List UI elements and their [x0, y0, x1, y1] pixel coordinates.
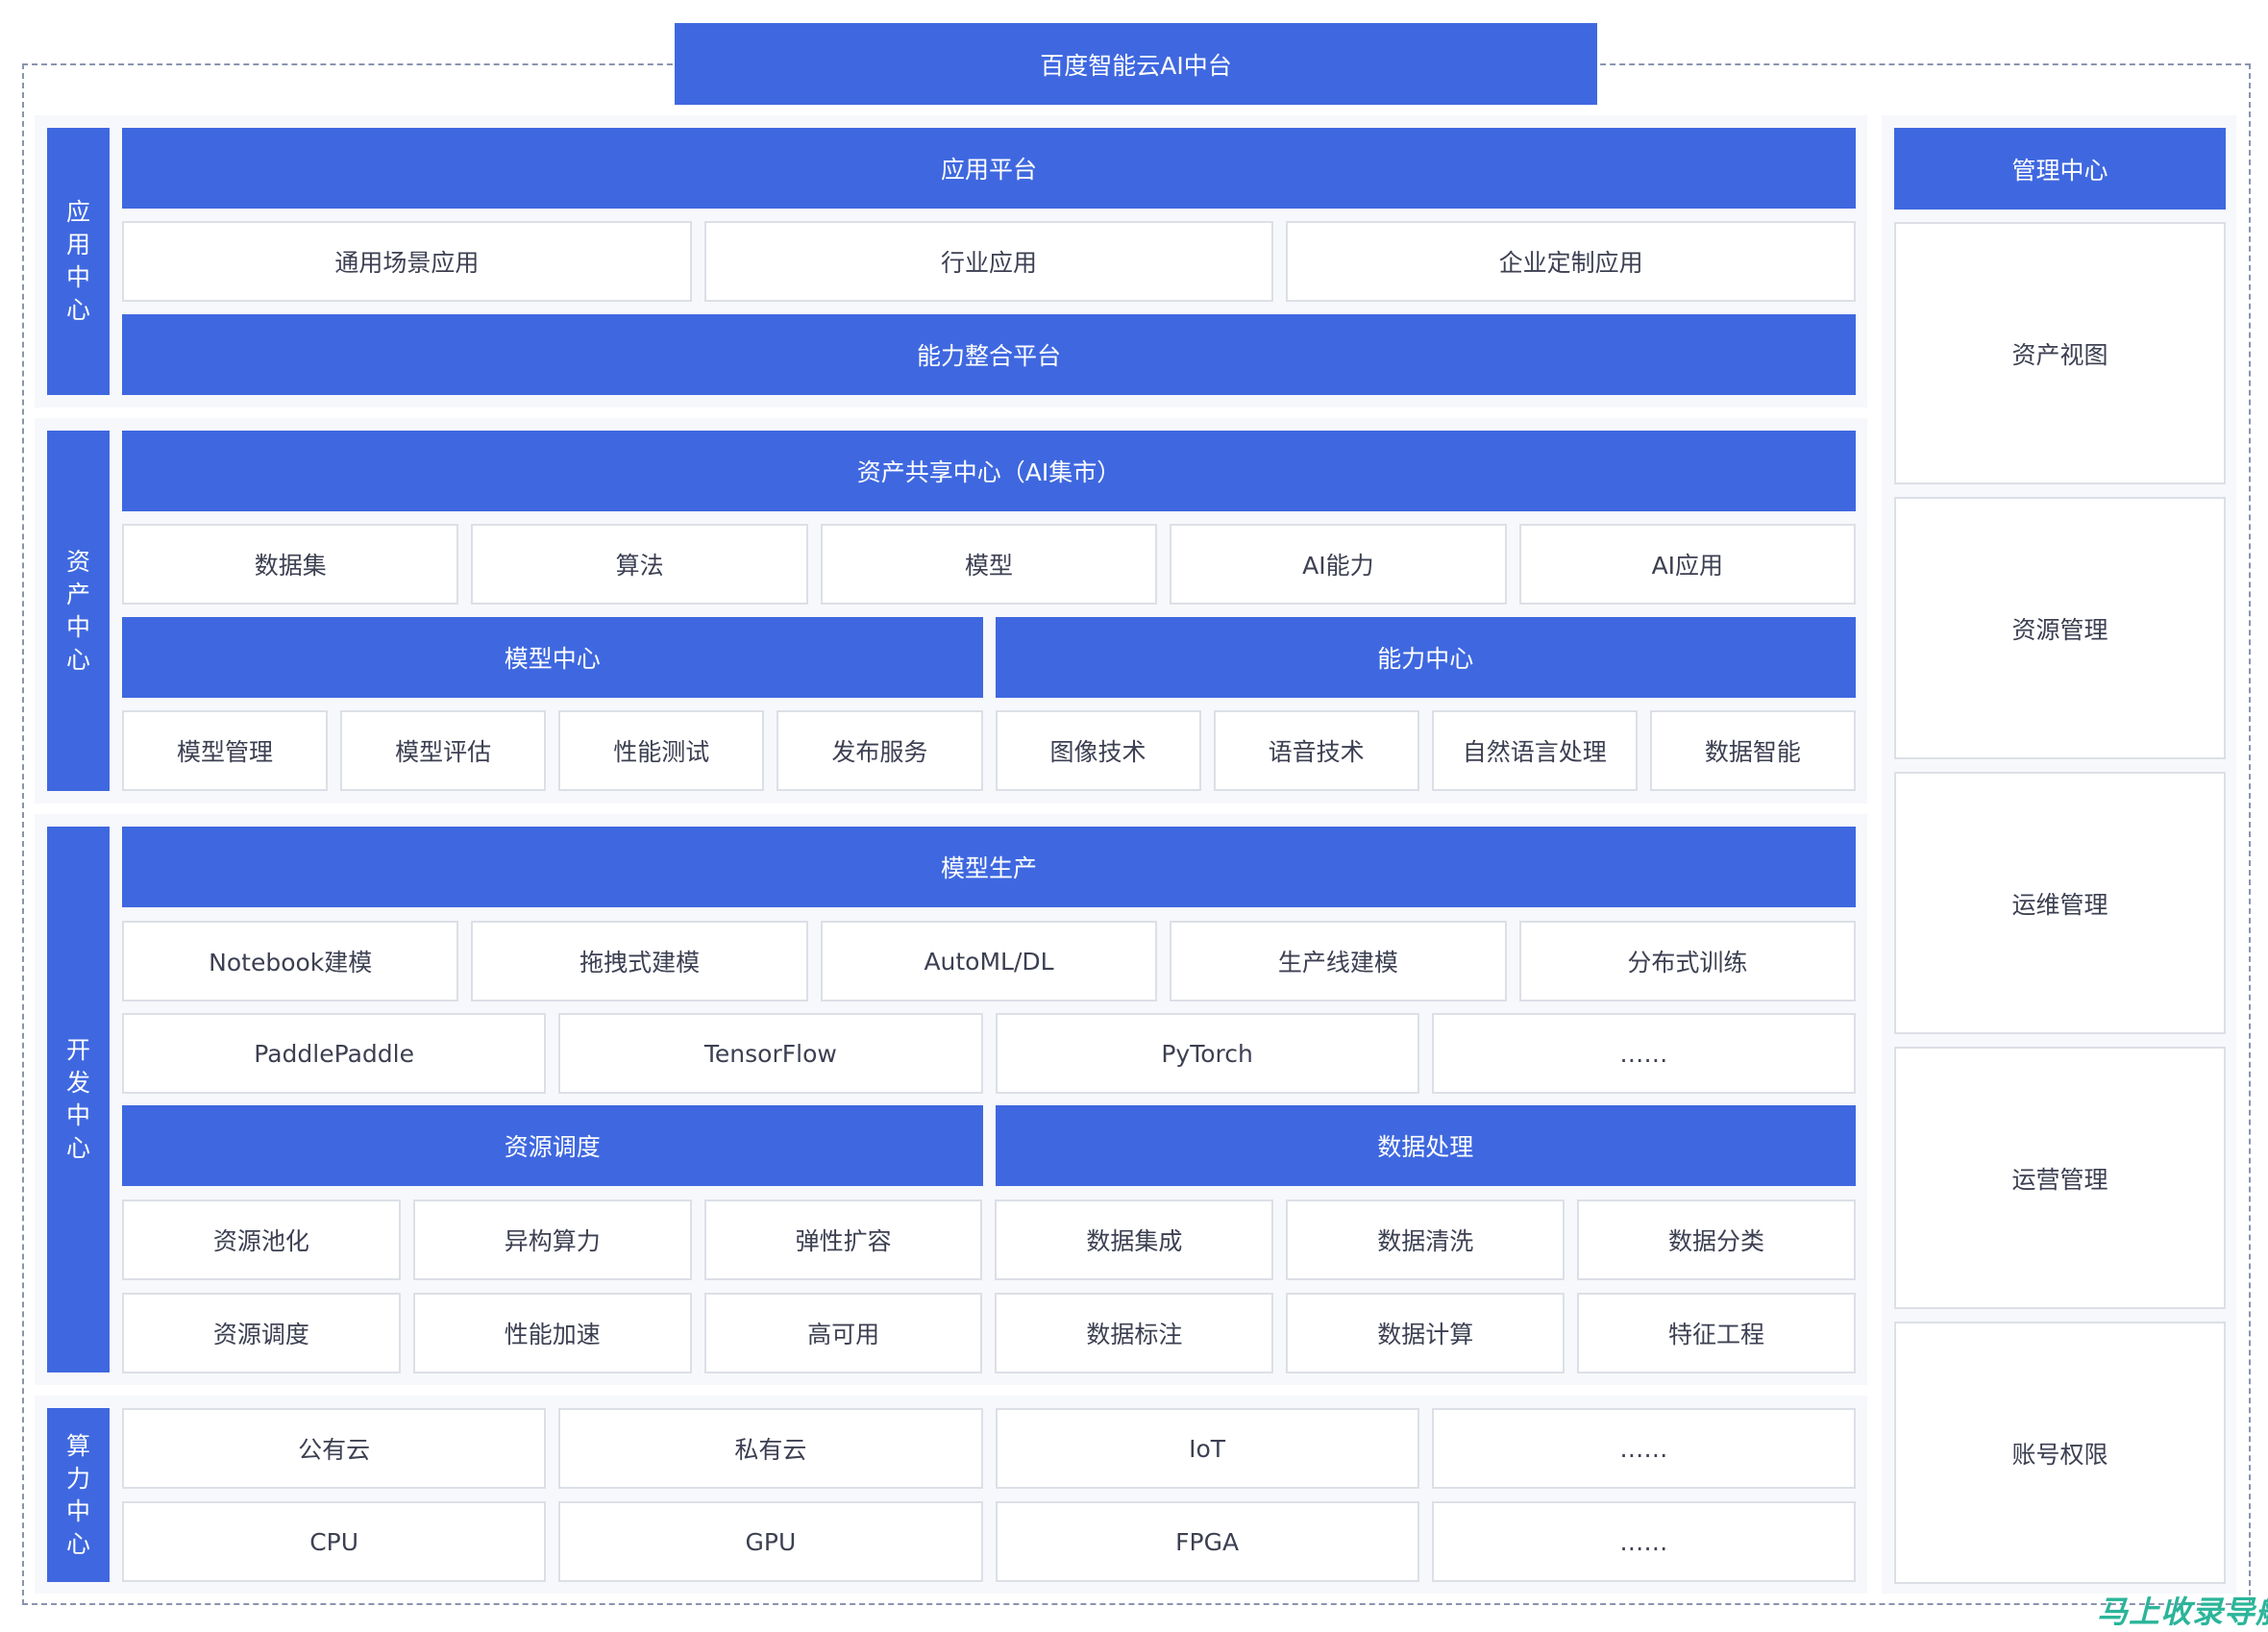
block-industry-apps[interactable]: 行业应用 — [703, 221, 1274, 302]
management-center-header[interactable]: 管理中心 — [1894, 128, 2226, 210]
block-heterogeneous-compute[interactable]: 异构算力 — [412, 1199, 692, 1280]
row-frameworks: PaddlePaddle TensorFlow PyTorch …… — [122, 1013, 1856, 1094]
block-feature-engineering[interactable]: 特征工程 — [1577, 1293, 1856, 1373]
block-enterprise-custom-apps[interactable]: 企业定制应用 — [1286, 221, 1857, 302]
row-asset-types: 数据集 算法 模型 AI能力 AI应用 — [122, 524, 1857, 605]
row-capability-integration: 能力整合平台 — [122, 314, 1856, 395]
block-data-processing[interactable]: 数据处理 — [995, 1105, 1856, 1186]
block-data-classification[interactable]: 数据分类 — [1577, 1199, 1856, 1280]
block-model-production[interactable]: 模型生产 — [122, 827, 1856, 907]
row-scheduling-processing: 资源调度 数据处理 — [122, 1105, 1856, 1186]
block-image-technology[interactable]: 图像技术 — [995, 710, 1201, 791]
block-paddlepaddle[interactable]: PaddlePaddle — [122, 1013, 547, 1094]
block-tensorflow[interactable]: TensorFlow — [558, 1013, 983, 1094]
block-performance-acceleration[interactable]: 性能加速 — [412, 1293, 692, 1373]
watermark-logo: 马上收录导航 — [2097, 1594, 2268, 1630]
block-public-cloud[interactable]: 公有云 — [122, 1408, 547, 1489]
section-label-app-center: 应用中心 — [47, 128, 110, 395]
row-app-platform: 应用平台 — [122, 128, 1856, 209]
block-gpu[interactable]: GPU — [558, 1501, 983, 1582]
block-model-evaluation[interactable]: 模型评估 — [340, 710, 547, 791]
row-center-functions: 模型管理 模型评估 性能测试 发布服务 图像技术 语音技术 自然语言处理 数据智… — [122, 710, 1856, 791]
block-data-intelligence[interactable]: 数据智能 — [1649, 710, 1856, 791]
block-capability-center[interactable]: 能力中心 — [995, 617, 1856, 698]
block-resource-dispatch[interactable]: 资源调度 — [122, 1293, 401, 1373]
block-performance-testing[interactable]: 性能测试 — [558, 710, 765, 791]
block-pytorch[interactable]: PyTorch — [995, 1013, 1419, 1094]
block-asset-view[interactable]: 资产视图 — [1894, 222, 2226, 484]
block-drag-drop-modeling[interactable]: 拖拽式建模 — [471, 921, 808, 1001]
block-model-management[interactable]: 模型管理 — [122, 710, 329, 791]
block-model[interactable]: 模型 — [820, 524, 1158, 605]
row-applications: 通用场景应用 行业应用 企业定制应用 — [122, 221, 1857, 302]
block-data-computation[interactable]: 数据计算 — [1286, 1293, 1565, 1373]
platform-title-banner: 百度智能云AI中台 — [675, 23, 1597, 105]
block-resource-scheduling[interactable]: 资源调度 — [122, 1105, 983, 1186]
row-resource-data-1: 资源池化 异构算力 弹性扩容 数据集成 数据清洗 数据分类 — [122, 1199, 1856, 1280]
block-elastic-scaling[interactable]: 弹性扩容 — [703, 1199, 983, 1280]
block-asset-sharing-center[interactable]: 资产共享中心（AI集市） — [122, 431, 1856, 511]
block-distributed-training[interactable]: 分布式训练 — [1518, 921, 1857, 1001]
row-hardware: CPU GPU FPGA …… — [122, 1501, 1856, 1582]
block-resource-management[interactable]: 资源管理 — [1894, 497, 2226, 759]
block-ai-capability[interactable]: AI能力 — [1170, 524, 1507, 605]
row-resource-data-2: 资源调度 性能加速 高可用 数据标注 数据计算 特征工程 — [122, 1293, 1856, 1373]
block-data-labeling[interactable]: 数据标注 — [995, 1293, 1274, 1373]
row-modeling-methods: Notebook建模 拖拽式建模 AutoML/DL 生产线建模 分布式训练 — [122, 921, 1857, 1001]
row-asset-sharing: 资产共享中心（AI集市） — [122, 431, 1856, 511]
section-label-dev-center: 开发中心 — [47, 827, 110, 1372]
block-high-availability[interactable]: 高可用 — [703, 1293, 983, 1373]
block-ops-management[interactable]: 运维管理 — [1894, 772, 2226, 1034]
block-data-cleaning[interactable]: 数据清洗 — [1286, 1199, 1565, 1280]
block-iot[interactable]: IoT — [995, 1408, 1419, 1489]
block-account-permissions[interactable]: 账号权限 — [1894, 1322, 2226, 1584]
block-more-frameworks[interactable]: …… — [1431, 1013, 1856, 1094]
block-operation-management[interactable]: 运营管理 — [1894, 1047, 2226, 1309]
block-automl-dl[interactable]: AutoML/DL — [820, 921, 1158, 1001]
block-more-deployment[interactable]: …… — [1431, 1408, 1856, 1489]
block-cpu[interactable]: CPU — [122, 1501, 547, 1582]
block-publish-service[interactable]: 发布服务 — [777, 710, 983, 791]
block-algorithm[interactable]: 算法 — [471, 524, 808, 605]
management-center: 管理中心 资产视图 资源管理 运维管理 运营管理 账号权限 — [1894, 128, 2226, 1584]
section-label-compute-center: 算力中心 — [47, 1408, 110, 1582]
block-capability-integration-platform[interactable]: 能力整合平台 — [122, 314, 1856, 395]
block-notebook-modeling[interactable]: Notebook建模 — [122, 921, 459, 1001]
row-model-production: 模型生产 — [122, 827, 1856, 907]
block-app-platform[interactable]: 应用平台 — [122, 128, 1856, 209]
block-more-hardware[interactable]: …… — [1431, 1501, 1856, 1582]
block-ai-application[interactable]: AI应用 — [1518, 524, 1857, 605]
block-nlp[interactable]: 自然语言处理 — [1431, 710, 1638, 791]
block-dataset[interactable]: 数据集 — [122, 524, 459, 605]
block-data-integration[interactable]: 数据集成 — [995, 1199, 1274, 1280]
block-private-cloud[interactable]: 私有云 — [558, 1408, 983, 1489]
row-deployment: 公有云 私有云 IoT …… — [122, 1408, 1856, 1489]
block-general-scenario-apps[interactable]: 通用场景应用 — [122, 221, 692, 302]
block-resource-pooling[interactable]: 资源池化 — [122, 1199, 401, 1280]
block-speech-technology[interactable]: 语音技术 — [1213, 710, 1419, 791]
row-model-capability-centers: 模型中心 能力中心 — [122, 617, 1856, 698]
section-label-asset-center: 资产中心 — [47, 431, 110, 791]
block-fpga[interactable]: FPGA — [995, 1501, 1419, 1582]
block-pipeline-modeling[interactable]: 生产线建模 — [1170, 921, 1507, 1001]
platform-title: 百度智能云AI中台 — [1040, 51, 1232, 80]
block-model-center[interactable]: 模型中心 — [122, 617, 983, 698]
